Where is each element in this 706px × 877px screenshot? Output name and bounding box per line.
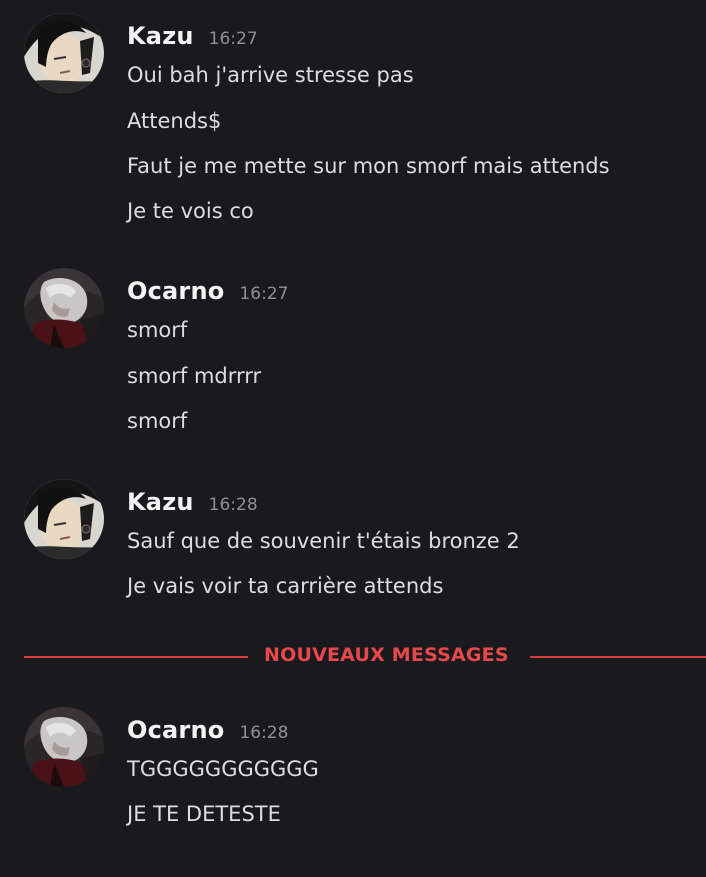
timestamp: 16:27	[239, 284, 289, 304]
message-text: Je te vois co	[127, 199, 254, 223]
divider-line	[24, 656, 248, 658]
message-text: TGGGGGGGGGGG	[127, 757, 319, 781]
message-text: smorf	[127, 409, 188, 433]
new-messages-label: NOUVEAUX MESSAGES	[264, 644, 509, 666]
username[interactable]: Ocarno	[127, 277, 224, 305]
avatar[interactable]	[24, 268, 104, 348]
username[interactable]: Kazu	[127, 22, 194, 50]
username[interactable]: Ocarno	[127, 716, 224, 744]
avatar[interactable]	[24, 479, 104, 559]
timestamp: 16:27	[208, 29, 258, 49]
message-text: Je vais voir ta carrière attends	[127, 574, 444, 598]
kazu-avatar-icon	[24, 13, 104, 93]
message-text: smorf mdrrrr	[127, 364, 262, 388]
message-text: Sauf que de souvenir t'étais bronze 2	[127, 529, 520, 553]
message-text: JE TE DETESTE	[127, 802, 281, 826]
kazu-avatar-icon	[24, 479, 104, 559]
message-header: Kazu 16:27	[127, 22, 258, 50]
timestamp: 16:28	[208, 495, 258, 515]
new-messages-divider: NOUVEAUX MESSAGES	[24, 644, 706, 670]
message-text: smorf	[127, 318, 188, 342]
message-text: Faut je me mette sur mon smorf mais atte…	[127, 154, 610, 178]
avatar[interactable]	[24, 707, 104, 787]
username[interactable]: Kazu	[127, 488, 194, 516]
message-text: Attends$	[127, 109, 222, 133]
message-header: Ocarno 16:27	[127, 277, 288, 305]
divider-line	[530, 656, 706, 658]
timestamp: 16:28	[239, 723, 289, 743]
message-text: Oui bah j'arrive stresse pas	[127, 63, 414, 87]
avatar[interactable]	[24, 13, 104, 93]
message-header: Ocarno 16:28	[127, 716, 288, 744]
ocarno-avatar-icon	[24, 268, 104, 348]
ocarno-avatar-icon	[24, 707, 104, 787]
message-header: Kazu 16:28	[127, 488, 258, 516]
